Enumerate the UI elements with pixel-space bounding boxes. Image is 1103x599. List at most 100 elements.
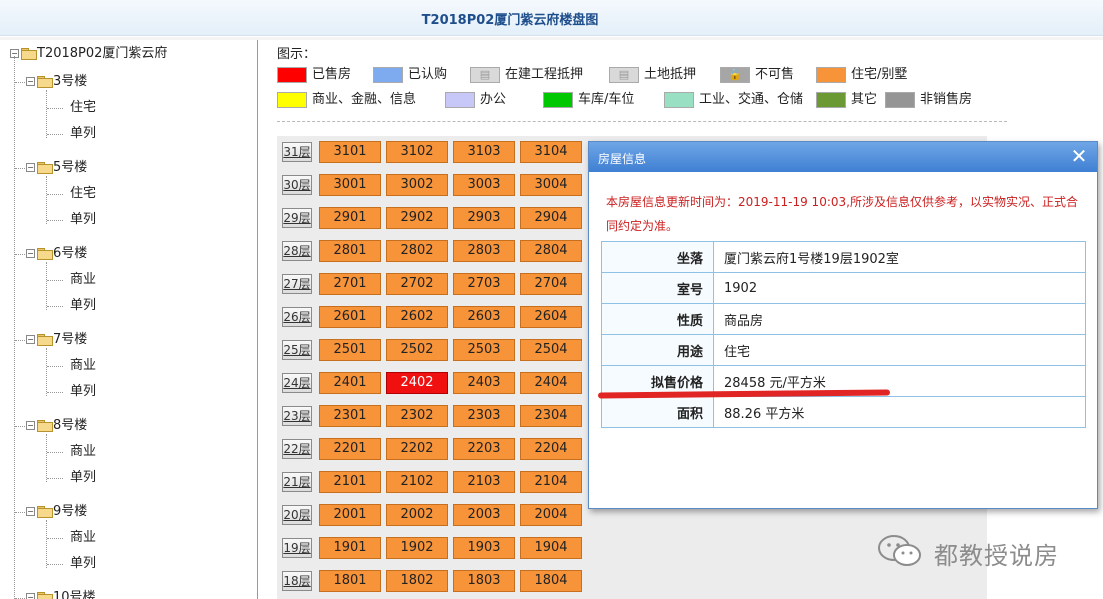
- unit-cell[interactable]: 3101: [319, 141, 381, 163]
- unit-cell[interactable]: 2604: [520, 306, 582, 328]
- floor-label[interactable]: 30层: [282, 175, 312, 195]
- tree-leaf-item[interactable]: 住宅: [70, 98, 96, 118]
- unit-cell[interactable]: 2304: [520, 405, 582, 427]
- unit-cell[interactable]: 3001: [319, 174, 381, 196]
- unit-cell[interactable]: 1801: [319, 570, 381, 592]
- tree-building[interactable]: − 7号楼: [26, 330, 87, 350]
- floor-label[interactable]: 28层: [282, 241, 312, 261]
- unit-cell[interactable]: 2602: [386, 306, 448, 328]
- tree-building[interactable]: − 3号楼: [26, 72, 87, 92]
- unit-cell[interactable]: 2401: [319, 372, 381, 394]
- floor-label[interactable]: 25层: [282, 340, 312, 360]
- floor-label[interactable]: 22层: [282, 439, 312, 459]
- collapse-toggle-icon[interactable]: −: [26, 421, 35, 430]
- floor-label[interactable]: 29层: [282, 208, 312, 228]
- unit-cell[interactable]: 2804: [520, 240, 582, 262]
- unit-cell[interactable]: 2201: [319, 438, 381, 460]
- floor-label[interactable]: 26层: [282, 307, 312, 327]
- tree-leaf-item[interactable]: 住宅: [70, 184, 96, 204]
- unit-cell[interactable]: 2104: [520, 471, 582, 493]
- unit-cell[interactable]: 2802: [386, 240, 448, 262]
- unit-cell[interactable]: 2702: [386, 273, 448, 295]
- unit-cell[interactable]: 2903: [453, 207, 515, 229]
- unit-cell[interactable]: 3003: [453, 174, 515, 196]
- unit-cell[interactable]: 2101: [319, 471, 381, 493]
- tree-building[interactable]: − 6号楼: [26, 244, 87, 264]
- unit-cell[interactable]: 2901: [319, 207, 381, 229]
- unit-cell[interactable]: 2303: [453, 405, 515, 427]
- tree-leaf-item[interactable]: 商业: [70, 356, 96, 376]
- floor-label[interactable]: 27层: [282, 274, 312, 294]
- unit-cell[interactable]: 1802: [386, 570, 448, 592]
- unit-cell[interactable]: 2502: [386, 339, 448, 361]
- tree-building-label: 9号楼: [53, 504, 88, 519]
- unit-cell[interactable]: 2704: [520, 273, 582, 295]
- collapse-toggle-icon[interactable]: −: [26, 163, 35, 172]
- unit-cell[interactable]: 2103: [453, 471, 515, 493]
- tree-leaf-item[interactable]: 单列: [70, 296, 96, 316]
- tree-leaf-item[interactable]: 商业: [70, 270, 96, 290]
- tree-leaf-item[interactable]: 单列: [70, 554, 96, 574]
- unit-cell[interactable]: 2003: [453, 504, 515, 526]
- unit-cell[interactable]: 2601: [319, 306, 381, 328]
- collapse-toggle-icon[interactable]: −: [26, 249, 35, 258]
- tree-building[interactable]: − 10号楼: [26, 588, 96, 599]
- unit-cell[interactable]: 2204: [520, 438, 582, 460]
- unit-cell[interactable]: 2701: [319, 273, 381, 295]
- unit-cell[interactable]: 2902: [386, 207, 448, 229]
- unit-cell[interactable]: 2002: [386, 504, 448, 526]
- house-info-dialog: 房屋信息 ✕ 本房屋信息更新时间为：2019-11-19 10:03,所涉及信息…: [588, 141, 1098, 509]
- unit-cell[interactable]: 3103: [453, 141, 515, 163]
- collapse-toggle-icon[interactable]: −: [26, 77, 35, 86]
- tree-leaf-item[interactable]: 单列: [70, 468, 96, 488]
- collapse-toggle-icon[interactable]: −: [26, 335, 35, 344]
- unit-cell[interactable]: 2404: [520, 372, 582, 394]
- tree-leaf-item[interactable]: 单列: [70, 124, 96, 144]
- unit-cell[interactable]: 1901: [319, 537, 381, 559]
- unit-cell[interactable]: 2202: [386, 438, 448, 460]
- floor-label[interactable]: 20层: [282, 505, 312, 525]
- floor-label[interactable]: 21层: [282, 472, 312, 492]
- unit-cell[interactable]: 2801: [319, 240, 381, 262]
- unit-cell[interactable]: 2904: [520, 207, 582, 229]
- unit-cell[interactable]: 2102: [386, 471, 448, 493]
- unit-cell[interactable]: 3004: [520, 174, 582, 196]
- tree-building[interactable]: − 9号楼: [26, 502, 87, 522]
- tree-leaf-item[interactable]: 单列: [70, 210, 96, 230]
- tree-root[interactable]: − T2018P02厦门紫云府: [10, 44, 167, 64]
- floor-label[interactable]: 24层: [282, 373, 312, 393]
- unit-cell[interactable]: 1902: [386, 537, 448, 559]
- unit-cell[interactable]: 2603: [453, 306, 515, 328]
- unit-cell[interactable]: 3002: [386, 174, 448, 196]
- tree-leaf-item[interactable]: 单列: [70, 382, 96, 402]
- unit-cell-sold[interactable]: 2402: [386, 372, 448, 394]
- unit-cell[interactable]: 2302: [386, 405, 448, 427]
- unit-cell[interactable]: 2001: [319, 504, 381, 526]
- unit-cell[interactable]: 2504: [520, 339, 582, 361]
- unit-cell[interactable]: 2301: [319, 405, 381, 427]
- floor-label[interactable]: 19层: [282, 538, 312, 558]
- floor-label[interactable]: 18层: [282, 571, 312, 591]
- unit-cell[interactable]: 2503: [453, 339, 515, 361]
- unit-cell[interactable]: 2004: [520, 504, 582, 526]
- unit-cell[interactable]: 2203: [453, 438, 515, 460]
- collapse-toggle-icon[interactable]: −: [26, 593, 35, 599]
- tree-leaf-item[interactable]: 商业: [70, 528, 96, 548]
- unit-cell[interactable]: 3104: [520, 141, 582, 163]
- close-icon[interactable]: ✕: [1069, 146, 1089, 166]
- unit-cell[interactable]: 1903: [453, 537, 515, 559]
- collapse-toggle-icon[interactable]: −: [26, 507, 35, 516]
- unit-cell[interactable]: 1804: [520, 570, 582, 592]
- unit-cell[interactable]: 2501: [319, 339, 381, 361]
- tree-leaf-item[interactable]: 商业: [70, 442, 96, 462]
- unit-cell[interactable]: 2803: [453, 240, 515, 262]
- unit-cell[interactable]: 1803: [453, 570, 515, 592]
- tree-building[interactable]: − 5号楼: [26, 158, 87, 178]
- tree-building[interactable]: − 8号楼: [26, 416, 87, 436]
- floor-label[interactable]: 23层: [282, 406, 312, 426]
- unit-cell[interactable]: 1904: [520, 537, 582, 559]
- unit-cell[interactable]: 2403: [453, 372, 515, 394]
- floor-label[interactable]: 31层: [282, 142, 312, 162]
- unit-cell[interactable]: 3102: [386, 141, 448, 163]
- unit-cell[interactable]: 2703: [453, 273, 515, 295]
